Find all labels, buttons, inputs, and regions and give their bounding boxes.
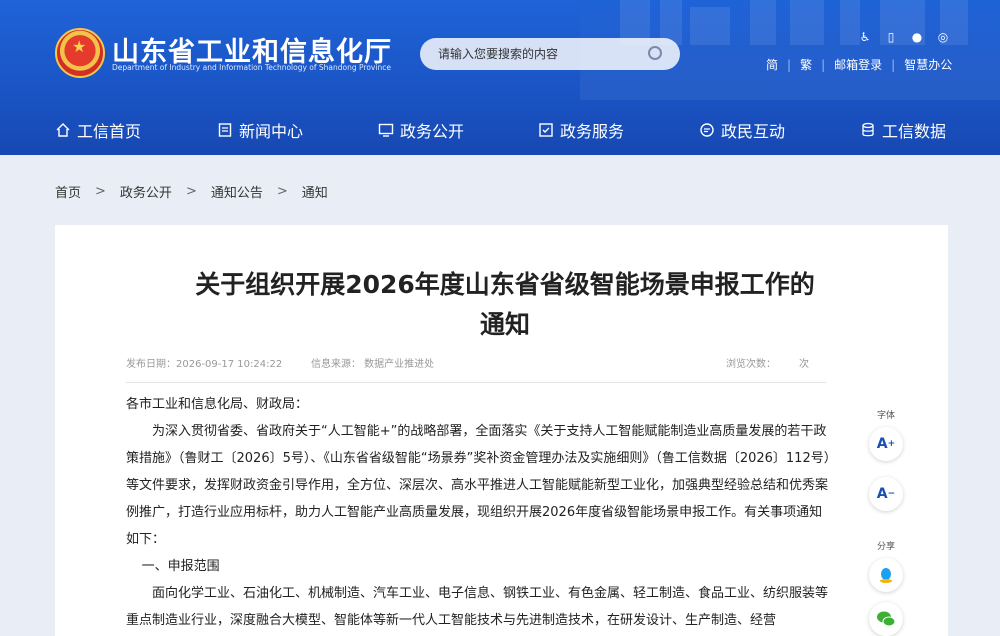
paragraph: 为深入贯彻省委、省政府关于“人工智能+”的战略部署，全面落实《关于支持人工智能赋… (126, 424, 831, 547)
home-icon (55, 122, 71, 138)
breadcrumb-notices[interactable]: 通知公告 (211, 182, 263, 201)
monitor-icon (378, 122, 394, 138)
font-increase-button[interactable]: A + (869, 427, 903, 461)
article-panel: 关于组织开展2026年度山东省省级智能场景申报工作的 通知 发布日期：2026-… (55, 225, 948, 636)
publish-date: 发布日期：2026-09-17 10:24:22 (126, 359, 283, 370)
accessibility-toolbar: ♿ ▯ ● ◎ (858, 30, 950, 44)
accessibility-icon[interactable]: ♿ (858, 30, 872, 44)
main-nav: 工信首页 新闻中心 政务公开 政务服务 政民互动 工信数据 (0, 105, 1000, 155)
nav-item-interaction[interactable]: 政民互动 (699, 118, 785, 142)
view-count-unit: 次 (799, 359, 809, 370)
wechat-icon[interactable]: ● (910, 30, 924, 44)
breadcrumb-home[interactable]: 首页 (55, 182, 81, 201)
mailbox-login-link[interactable]: 邮箱登录 (834, 56, 882, 73)
font-decrease-button[interactable]: A − (869, 477, 903, 511)
traditional-link[interactable]: 繁 (800, 56, 812, 73)
simplified-link[interactable]: 简 (766, 56, 778, 73)
site-header: ★ 山东省工业和信息化厅 Department of Industry and … (0, 0, 1000, 155)
paragraph: 面向化学工业、石油化工、机械制造、汽车工业、电子信息、钢铁工业、有色金属、轻工制… (126, 586, 829, 628)
article-body: 各市工业和信息化局、财政局： 为深入贯彻省委、省政府关于“人工智能+”的战略部署… (126, 391, 831, 634)
article-title: 关于组织开展2026年度山东省省级智能场景申报工作的 通知 (195, 270, 815, 339)
smart-office-link[interactable]: 智慧办公 (904, 56, 952, 73)
wechat-icon (877, 611, 896, 627)
database-icon (860, 122, 876, 138)
mobile-icon[interactable]: ▯ (884, 30, 898, 44)
breadcrumb-notice[interactable]: 通知 (302, 182, 328, 201)
nav-item-news[interactable]: 新闻中心 (217, 118, 303, 142)
wechat-share-button[interactable] (869, 602, 903, 636)
news-icon (217, 122, 233, 138)
qq-icon (880, 568, 892, 583)
search-box[interactable] (420, 38, 680, 70)
info-source: 信息来源： 数据产业推进处 (311, 359, 435, 370)
breadcrumb-gov-affairs[interactable]: 政务公开 (120, 182, 172, 201)
search-input[interactable] (438, 45, 638, 63)
service-icon (538, 122, 554, 138)
breadcrumb: 首页 > 政务公开 > 通知公告 > 通知 (55, 182, 328, 201)
view-count-label: 浏览次数： (726, 359, 776, 370)
nav-item-gov-service[interactable]: 政务服务 (538, 118, 624, 142)
qq-share-button[interactable] (869, 558, 903, 592)
side-tools: 字体 A + A − 分享 (866, 408, 906, 636)
share-label: 分享 (876, 542, 895, 552)
site-subtitle: Department of Industry and Information T… (112, 63, 391, 72)
section-heading: 一、申报范围 (141, 559, 220, 574)
top-links: 简 | 繁 | 邮箱登录 | 智慧办公 (766, 56, 953, 73)
chat-icon (699, 122, 715, 138)
nav-item-gov-affairs[interactable]: 政务公开 (378, 118, 464, 142)
nav-item-home[interactable]: 工信首页 (55, 118, 141, 142)
meta-divider (126, 382, 826, 383)
weibo-icon[interactable]: ◎ (936, 30, 950, 44)
font-size-label: 字体 (876, 411, 895, 421)
greeting: 各市工业和信息化局、财政局： (126, 397, 309, 412)
nav-item-data[interactable]: 工信数据 (860, 118, 946, 142)
national-emblem-icon[interactable]: ★ (55, 28, 105, 78)
search-icon[interactable] (648, 46, 662, 60)
